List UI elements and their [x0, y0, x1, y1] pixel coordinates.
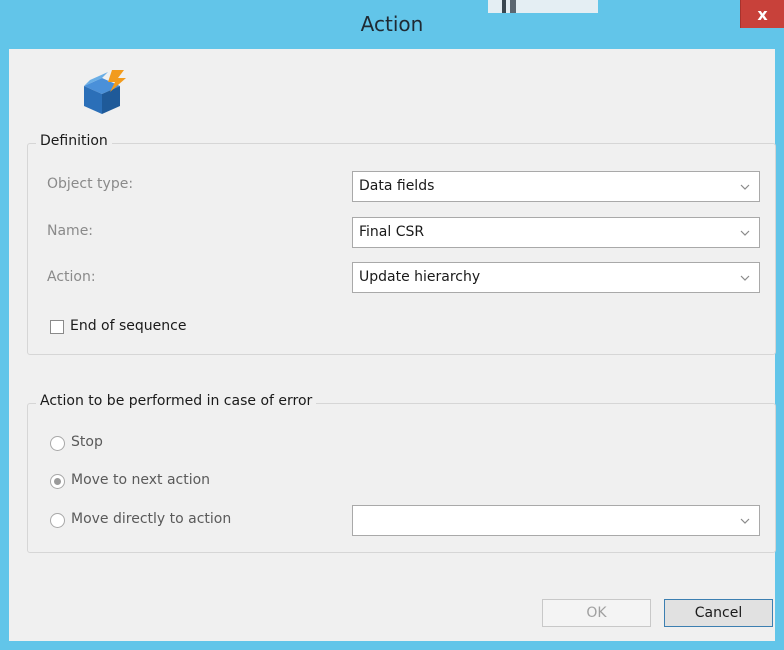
- name-value: Final CSR: [359, 224, 425, 240]
- chevron-down-icon: [740, 184, 750, 190]
- chevron-down-icon: [740, 518, 750, 524]
- window-frame-bottom: [0, 641, 784, 650]
- move-directly-to-action-radio[interactable]: [50, 513, 65, 528]
- end-of-sequence-label[interactable]: End of sequence: [70, 318, 186, 334]
- move-to-next-action-radio[interactable]: [50, 474, 65, 489]
- action-value: Update hierarchy: [359, 269, 481, 285]
- window-frame-right: [775, 49, 784, 650]
- title-bar[interactable]: Action x: [0, 0, 784, 49]
- definition-group-title: Definition: [36, 133, 112, 149]
- package-lightning-icon: [80, 70, 130, 116]
- close-icon: x: [757, 4, 768, 24]
- window-frame-left: [0, 49, 9, 650]
- move-directly-to-action-label[interactable]: Move directly to action: [71, 511, 231, 527]
- action-label: Action:: [47, 269, 96, 285]
- action-dialog: Action x Definition Object type: Data fi…: [0, 0, 784, 650]
- end-of-sequence-checkbox[interactable]: [50, 320, 64, 334]
- stop-radio[interactable]: [50, 436, 65, 451]
- close-button[interactable]: x: [740, 0, 784, 28]
- object-type-label: Object type:: [47, 176, 134, 192]
- error-handling-group-title: Action to be performed in case of error: [36, 393, 317, 409]
- cancel-button[interactable]: Cancel: [664, 599, 773, 627]
- target-action-dropdown[interactable]: [352, 505, 760, 536]
- name-label: Name:: [47, 223, 94, 239]
- object-type-value: Data fields: [359, 178, 435, 194]
- ok-button[interactable]: OK: [542, 599, 651, 627]
- window-title: Action: [360, 12, 424, 36]
- chevron-down-icon: [740, 275, 750, 281]
- name-dropdown[interactable]: Final CSR: [352, 217, 760, 248]
- object-type-dropdown[interactable]: Data fields: [352, 171, 760, 202]
- cancel-button-label: Cancel: [694, 605, 743, 621]
- stop-radio-label[interactable]: Stop: [71, 434, 103, 450]
- action-dropdown[interactable]: Update hierarchy: [352, 262, 760, 293]
- chevron-down-icon: [740, 230, 750, 236]
- move-to-next-action-label[interactable]: Move to next action: [71, 472, 210, 488]
- ok-button-label: OK: [586, 605, 607, 621]
